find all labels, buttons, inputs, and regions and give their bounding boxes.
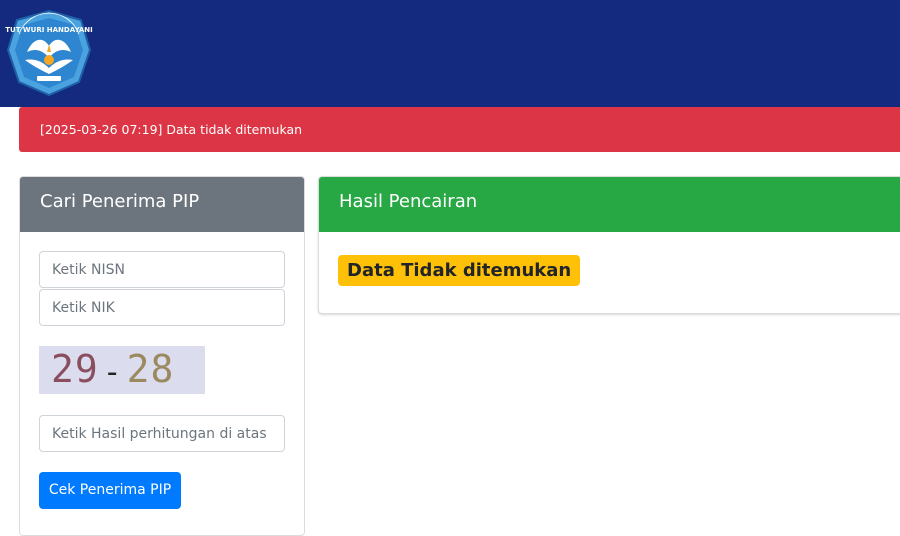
captcha-first-number: 29 (51, 347, 99, 391)
check-recipient-button[interactable]: Cek Penerima PIP (39, 472, 181, 509)
captcha-second-number: 28 (126, 347, 175, 391)
nisn-input[interactable] (39, 251, 285, 288)
search-card-title: Cari Penerima PIP (20, 177, 304, 232)
result-card-title: Hasil Pencairan (319, 177, 900, 232)
captcha-operator: - (106, 355, 119, 390)
alert-message: [2025-03-26 07:19] Data tidak ditemukan (40, 122, 303, 137)
nik-input[interactable] (39, 289, 285, 326)
logo-text: TUT WURI HANDAYANI (5, 26, 92, 34)
top-header: TUT WURI HANDAYANI (0, 0, 900, 107)
captcha-image: 29-28 (39, 346, 205, 394)
tut-wuri-handayani-logo-icon: TUT WURI HANDAYANI (5, 9, 93, 97)
captcha-answer-input[interactable] (39, 415, 285, 452)
status-badge: Data Tidak ditemukan (338, 255, 581, 286)
result-card: Hasil Pencairan (318, 176, 900, 314)
error-alert: [2025-03-26 07:19] Data tidak ditemukan (19, 107, 900, 152)
